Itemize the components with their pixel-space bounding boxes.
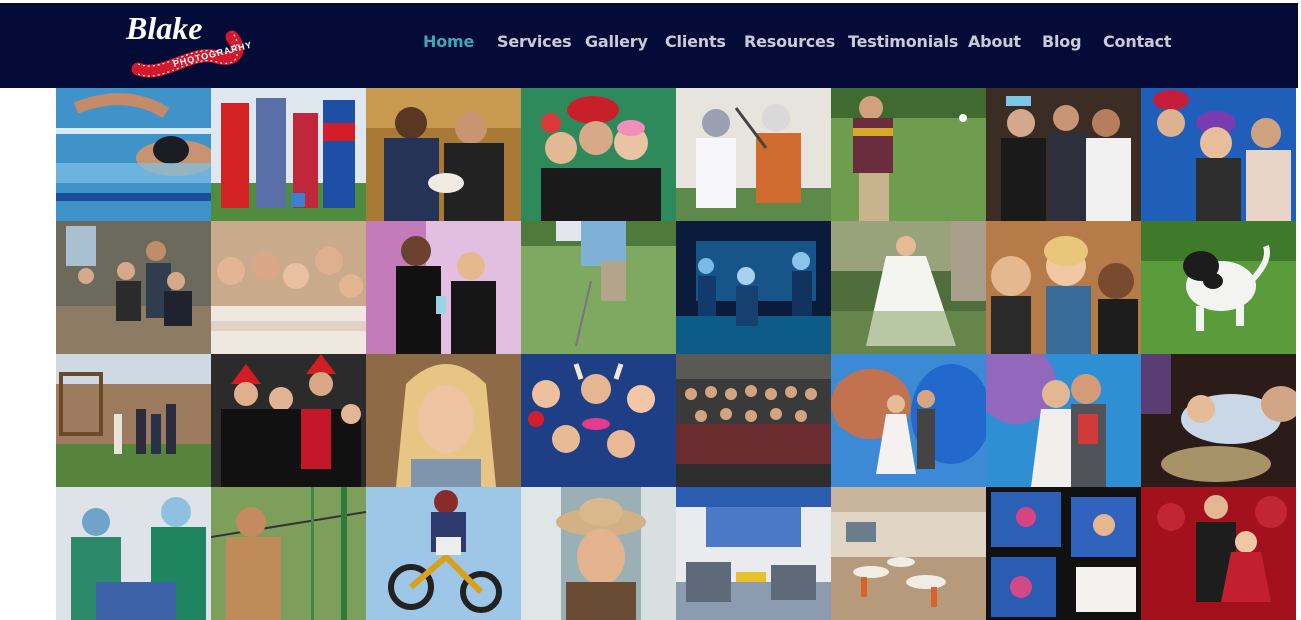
- gallery-photo-golfer-putting[interactable]: [521, 221, 676, 354]
- nav-testimonials[interactable]: Testimonials: [848, 32, 958, 51]
- gallery-photo-couple-kiss[interactable]: [986, 354, 1141, 487]
- nav-blog[interactable]: Blog: [1042, 32, 1082, 51]
- gallery-photo-cowgirl[interactable]: [521, 487, 676, 620]
- gallery-photo-father-daughter[interactable]: [1141, 487, 1296, 620]
- nav-resources[interactable]: Resources: [744, 32, 835, 51]
- gallery-photo-photobooth-hats[interactable]: [1141, 88, 1296, 221]
- gallery-photo-baptism[interactable]: [1141, 354, 1296, 487]
- gallery-photo-holiday-party[interactable]: [211, 354, 366, 487]
- gallery-photo-laughing-audience[interactable]: [986, 221, 1141, 354]
- gallery-photo-photobooth-horns[interactable]: [521, 354, 676, 487]
- gallery-photo-puppy[interactable]: [1141, 221, 1296, 354]
- nav-services[interactable]: Services: [497, 32, 572, 51]
- nav-about[interactable]: About: [968, 32, 1021, 51]
- gallery-photo-lacrosse[interactable]: [676, 88, 831, 221]
- gallery-photo-family-waterfall[interactable]: [56, 221, 211, 354]
- gallery-photo-zipline[interactable]: [211, 487, 366, 620]
- gallery-photo-superheroes[interactable]: [211, 88, 366, 221]
- gallery-photo-large-group[interactable]: [676, 354, 831, 487]
- gallery-photo-bridesmaids-tub[interactable]: [211, 221, 366, 354]
- gallery-photo-booth-strips[interactable]: [986, 487, 1141, 620]
- site-header: PHOTOGRAPHY Blake Home Services Gallery …: [0, 3, 1298, 88]
- logo-graphic: PHOTOGRAPHY Blake: [125, 10, 253, 78]
- gallery-photo-photobooth-props[interactable]: [521, 88, 676, 221]
- gallery-photo-backyard-family[interactable]: [56, 354, 211, 487]
- gallery-photo-motocross[interactable]: [366, 487, 521, 620]
- gallery-photo-award[interactable]: [366, 221, 521, 354]
- gallery-photo-golfer-swing[interactable]: [831, 88, 986, 221]
- gallery-photo-blonde-headshot[interactable]: [366, 354, 521, 487]
- nav-gallery[interactable]: Gallery: [585, 32, 648, 51]
- blake-photography-logo[interactable]: PHOTOGRAPHY Blake: [122, 9, 254, 85]
- photo-gallery-grid: [56, 88, 1296, 620]
- gallery-photo-bride-twirl[interactable]: [831, 221, 986, 354]
- gallery-photo-dining-hall[interactable]: [831, 487, 986, 620]
- gallery-photo-football-men[interactable]: [366, 88, 521, 221]
- gallery-photo-surgeons[interactable]: [56, 487, 211, 620]
- gallery-photo-office-interior[interactable]: [676, 487, 831, 620]
- gallery-photo-swimmer[interactable]: [56, 88, 211, 221]
- gallery-photo-band-stage[interactable]: [676, 221, 831, 354]
- gallery-photo-men-party[interactable]: [986, 88, 1141, 221]
- gallery-photo-wedding-smoke[interactable]: [831, 354, 986, 487]
- logo-wordmark: Blake: [125, 10, 202, 46]
- nav-contact[interactable]: Contact: [1103, 32, 1172, 51]
- nav-clients[interactable]: Clients: [665, 32, 726, 51]
- nav-home[interactable]: Home: [423, 32, 474, 51]
